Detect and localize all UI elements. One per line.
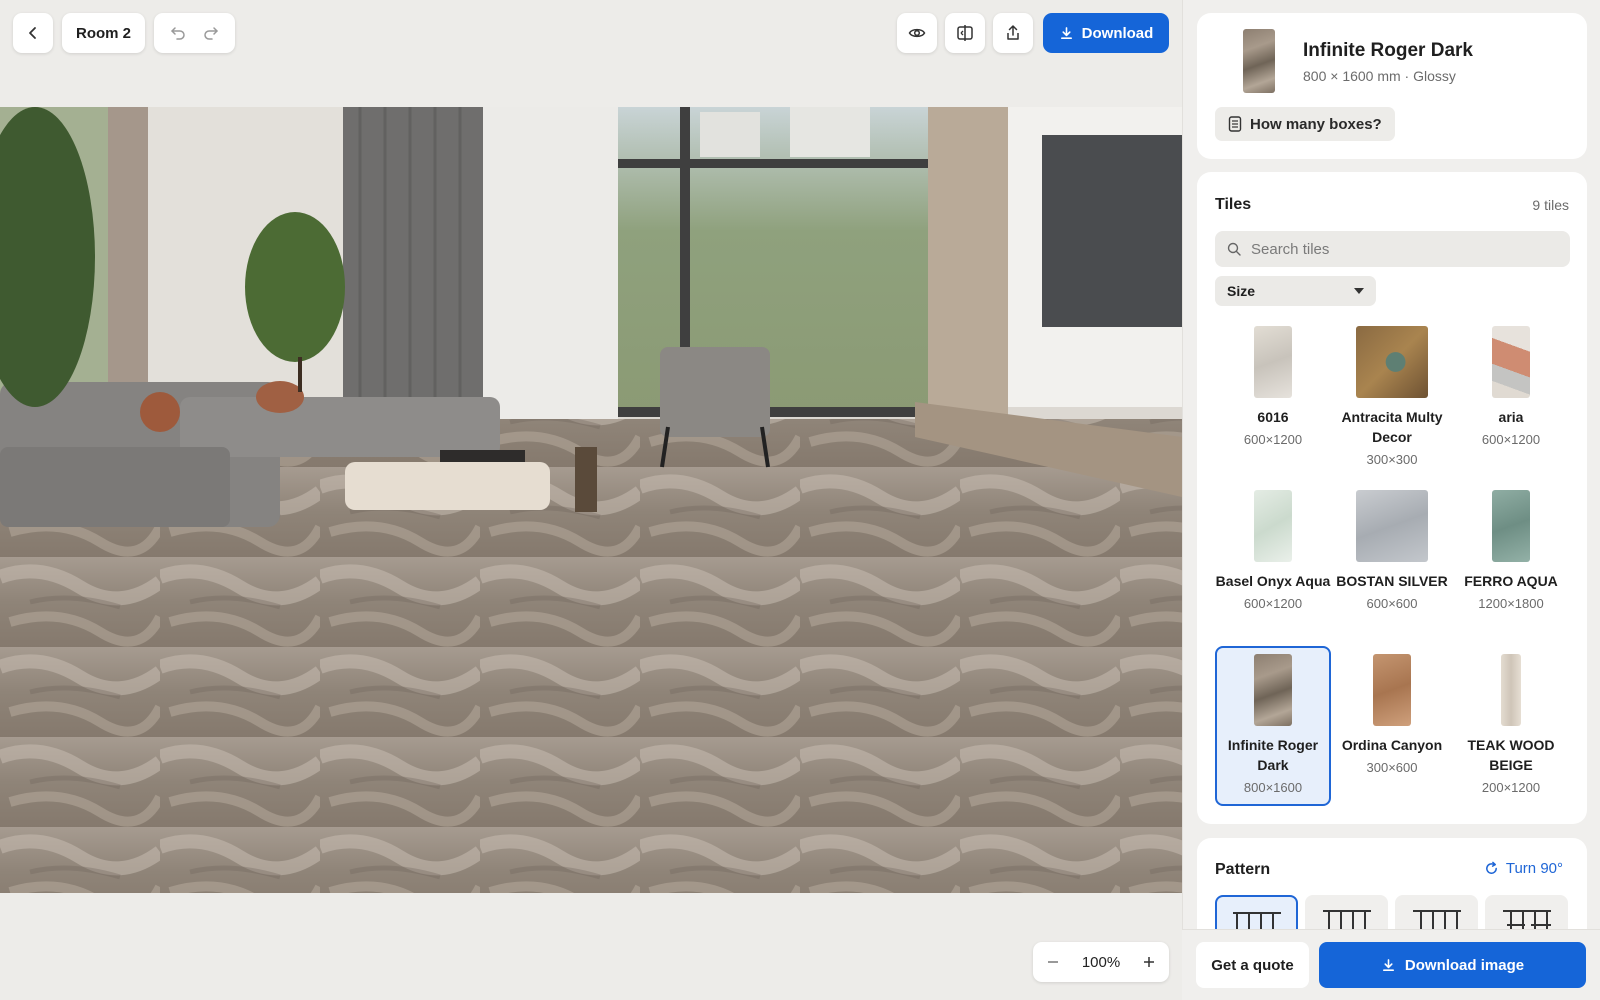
zoom-control: 100% [1033,942,1169,982]
tile-item-antracita-multy-decor[interactable]: Antracita Multy Decor 300×300 [1334,326,1450,467]
tile-swatch [1254,490,1292,562]
tile-size: 1200×1800 [1478,596,1544,611]
how-many-boxes-button[interactable]: How many boxes? [1215,107,1395,141]
tiles-count: 9 tiles [1532,197,1569,213]
turn-90-label: Turn 90° [1505,860,1563,877]
calculator-icon [1228,116,1242,132]
redo-button[interactable] [202,24,220,42]
download-icon [1060,26,1072,39]
tile-swatch [1492,326,1530,398]
zoom-level: 100% [1081,953,1121,971]
preview-button[interactable] [897,13,937,53]
tile-name: TEAK WOOD BEIGE [1467,737,1555,773]
search-input[interactable] [1251,240,1551,258]
tile-swatch [1492,490,1530,562]
undo-redo-group [154,13,235,53]
minus-icon [1048,961,1058,963]
tile-size: 600×1200 [1481,432,1541,447]
tile-item-6016[interactable]: 6016 600×1200 [1215,326,1331,447]
undo-icon [171,27,185,40]
tiles-title: Tiles [1215,196,1252,213]
tile-swatch [1254,326,1292,398]
tile-item-aria[interactable]: aria 600×1200 [1453,326,1569,447]
tile-name: 6016 [1257,409,1289,425]
tile-name: Basel Onyx Aqua [1215,573,1331,589]
tile-name: Ordina Canyon [1341,737,1443,753]
tile-swatch [1356,326,1428,398]
room-name-button[interactable]: Room 2 [62,13,145,53]
plus-icon [1144,957,1154,967]
download-image-button[interactable]: Download image [1319,942,1586,988]
get-quote-label: Get a quote [1211,956,1294,974]
rotate-icon [1485,861,1497,874]
tile-item-basel-onyx-aqua[interactable]: Basel Onyx Aqua 600×1200 [1215,490,1331,611]
pattern-title: Pattern [1215,861,1271,878]
tile-name: FERRO AQUA [1464,573,1558,589]
tile-item-ordina-canyon[interactable]: Ordina Canyon 300×600 [1334,654,1450,775]
redo-icon [204,27,218,40]
tile-swatch [1254,654,1292,726]
side-panel: Infinite Roger Dark 800 × 1600 mm · Glos… [1182,0,1600,1000]
tiles-card: Tiles 9 tiles Size 6016 600×1200 Antraci… [1197,172,1587,824]
chevron-left-icon [29,27,36,39]
how-many-boxes-label: How many boxes? [1250,115,1382,133]
tile-size: 300×300 [1366,452,1418,467]
size-filter-label: Size [1227,283,1256,299]
download-icon [1382,958,1394,971]
undo-button[interactable] [169,24,187,42]
zoom-in-button[interactable] [1141,954,1157,970]
canvas-area: Room 2 Download 100% [0,0,1182,1000]
product-thumbnail [1243,29,1275,93]
back-button[interactable] [13,13,53,53]
eye-icon [908,28,926,38]
size-filter-dropdown[interactable]: Size [1215,276,1376,306]
tile-item-infinite-roger-dark[interactable]: Infinite Roger Dark 800×1600 [1215,646,1331,806]
tile-swatch [1501,654,1521,726]
tile-swatch [1373,654,1411,726]
download-button[interactable]: Download [1043,13,1169,53]
product-name: Infinite Roger Dark [1303,40,1473,61]
tile-name: Antracita Multy Decor [1341,409,1443,445]
tile-name: BOSTAN SILVER [1336,573,1448,589]
download-image-label: Download image [1404,956,1525,974]
room-preview[interactable] [0,107,1182,893]
tile-swatch [1356,490,1428,562]
room-render-image [0,107,1182,893]
tile-name: aria [1498,409,1524,425]
tile-size: 800×1600 [1243,780,1303,795]
compare-button[interactable] [945,13,985,53]
tile-item-bostan-silver[interactable]: BOSTAN SILVER 600×600 [1334,490,1450,611]
share-icon [1007,25,1019,40]
search-icon [1227,242,1241,256]
share-button[interactable] [993,13,1033,53]
tile-name: Infinite Roger Dark [1227,737,1319,773]
tile-size: 300×600 [1366,760,1418,775]
search-bar [1215,231,1570,267]
selected-product-card: Infinite Roger Dark 800 × 1600 mm · Glos… [1197,13,1587,159]
download-label: Download [1081,24,1154,42]
tile-size: 600×1200 [1243,596,1303,611]
zoom-out-button[interactable] [1045,954,1061,970]
tile-size: 600×1200 [1243,432,1303,447]
get-quote-button[interactable]: Get a quote [1196,942,1309,988]
panel-footer: Get a quote Download image [1182,929,1600,1000]
tile-item-ferro-aqua[interactable]: FERRO AQUA 1200×1800 [1453,490,1569,611]
tile-size: 200×1200 [1481,780,1541,795]
tile-size: 600×600 [1366,596,1418,611]
compare-icon [957,25,973,41]
turn-90-button[interactable]: Turn 90° [1484,860,1563,877]
room-name: Room 2 [75,24,131,42]
product-meta: 800 × 1600 mm · Glossy [1303,68,1456,84]
caret-down-icon [1354,288,1364,294]
tile-item-teak-wood-beige[interactable]: TEAK WOOD BEIGE 200×1200 [1453,654,1569,795]
